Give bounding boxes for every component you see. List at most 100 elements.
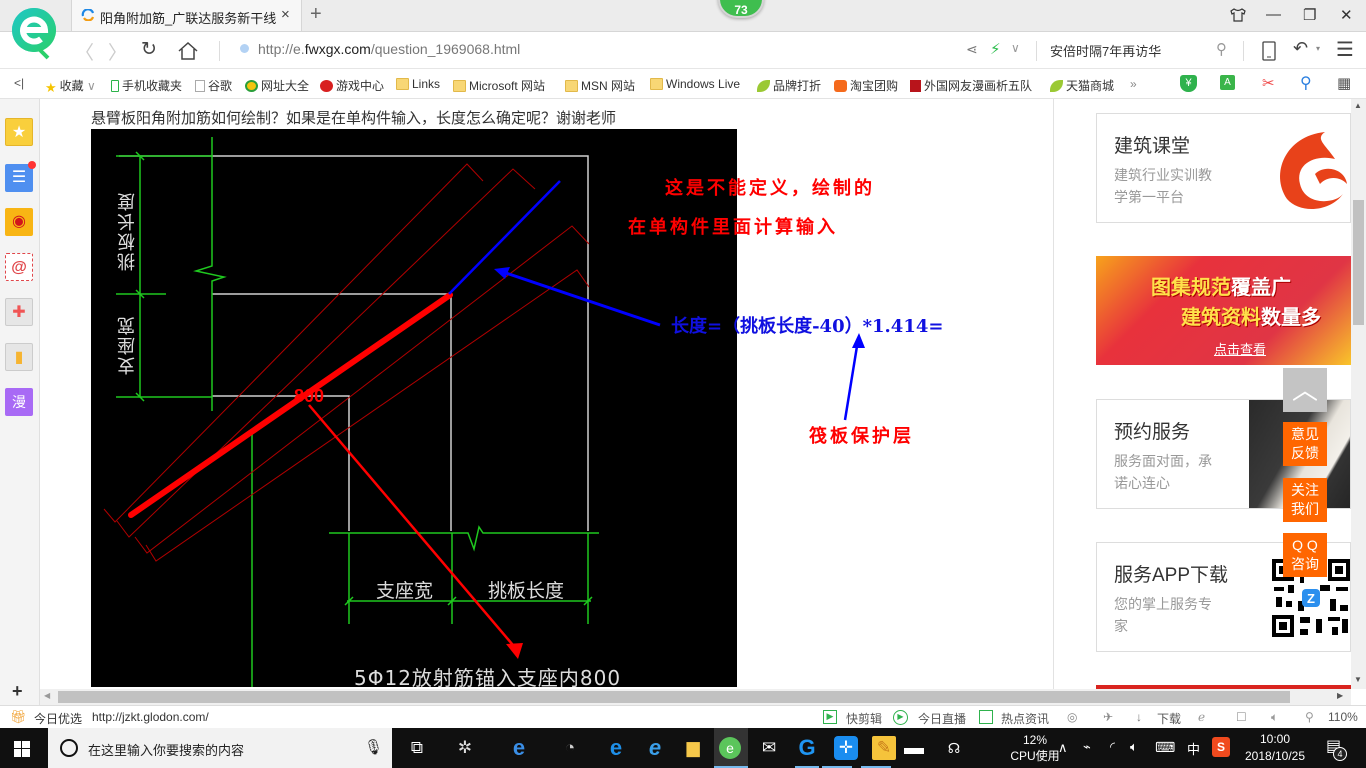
back-to-top-button[interactable]: ︿ [1283, 368, 1327, 412]
bookmark-windows-live[interactable]: Windows Live [650, 77, 740, 91]
sidebar-weibo-icon[interactable]: ◉ [5, 208, 33, 236]
ie-browser-icon[interactable]: e [507, 736, 531, 760]
minimize-button[interactable]: — [1266, 6, 1281, 23]
bookmark-microsoft[interactable]: Microsoft 网站 [453, 77, 545, 94]
volume-tray-icon[interactable]: 🔈︎ [1130, 739, 1138, 755]
back-button[interactable]: 〈 [75, 38, 94, 65]
notification-badge[interactable]: 73 [718, 0, 764, 18]
address-bar[interactable]: http://e.fwxgx.com/question_1969068.html [240, 41, 520, 57]
zoom-level[interactable]: 110% [1328, 710, 1358, 724]
mobile-icon[interactable] [1262, 41, 1276, 61]
windows-start-icon[interactable] [14, 741, 30, 757]
vertical-scrollbar[interactable]: ▲ ▼ [1351, 99, 1366, 689]
sogou-ime-icon[interactable]: S [1212, 737, 1230, 757]
search-input[interactable]: 安倍时隔7年再访华 [1050, 41, 1161, 60]
translate-icon[interactable]: A [1220, 75, 1235, 90]
sidebar-favorites-icon[interactable]: ★ [5, 118, 33, 146]
tab-close-icon[interactable]: × [281, 6, 290, 23]
screenshot-scissors-icon[interactable]: ✂ [1262, 74, 1275, 92]
refresh-icon[interactable]: ↻ [141, 38, 157, 61]
keyboard-icon[interactable]: ⌨ [1155, 739, 1175, 756]
browser-logo-icon[interactable] [10, 6, 60, 60]
ime-indicator[interactable]: 中 [1187, 739, 1200, 758]
people-icon[interactable]: ☊ [942, 736, 966, 760]
bookmark-taobao[interactable]: 淘宝团购 [834, 77, 898, 94]
sidebar-mail-icon[interactable]: @ [5, 253, 33, 281]
edge-browser-icon[interactable]: e [604, 736, 628, 760]
glodon-app-icon[interactable]: G [795, 736, 819, 760]
quick-edit-link[interactable]: 快剪辑 [846, 710, 882, 727]
notes-app-icon[interactable]: ✎ [872, 736, 896, 760]
close-window-button[interactable]: ✕ [1340, 6, 1353, 24]
zoom-icon[interactable]: ⚲ [1305, 710, 1314, 724]
bookmark-msn[interactable]: MSN 网站 [565, 77, 635, 94]
horizontal-scroll-thumb[interactable] [58, 691, 1290, 703]
sidebar-add-button[interactable]: + [12, 681, 23, 702]
browser-tab[interactable]: 阳角附加筋_广联达服务新干线 × [71, 0, 302, 32]
volume-icon[interactable]: 🔈︎ [1271, 710, 1278, 725]
banner-cta-link[interactable]: 点击查看 [1214, 339, 1266, 358]
promo-banner[interactable]: 图集规范覆盖广 建筑资料数量多 点击查看 [1096, 256, 1351, 365]
security-shield-icon[interactable]: ¥ [1180, 75, 1197, 92]
fan-app-icon[interactable]: ✲ [453, 736, 477, 760]
bookmark-google[interactable]: 谷歌 [195, 77, 232, 94]
live-link[interactable]: 今日直播 [918, 710, 966, 727]
daily-picks-link[interactable]: 今日优选 [34, 710, 82, 727]
sidebar-news-icon[interactable]: ☰ [5, 161, 36, 192]
swirl-app-icon[interactable]: ◔ [558, 736, 582, 760]
clock[interactable]: 10:00 2018/10/25 [1240, 731, 1310, 765]
minimized-app-icon[interactable]: ▬ [902, 736, 926, 760]
new-tab-button[interactable]: + [310, 3, 322, 26]
window-icon[interactable]: ☐ [1236, 710, 1247, 724]
bookmark-favorites[interactable]: ★ 收藏 ∨ [45, 77, 96, 95]
file-explorer-icon[interactable]: ▆ [681, 736, 705, 760]
sidebar-comics-icon[interactable]: 漫 [5, 388, 33, 416]
2345-browser-icon[interactable]: e [719, 737, 741, 759]
share-icon[interactable]: ⋖ [966, 41, 978, 58]
more-bookmarks-button[interactable]: » [1130, 77, 1137, 91]
bookmark-tmall[interactable]: 天猫商城 [1050, 77, 1114, 94]
hot-news-link[interactable]: 热点资讯 [1001, 710, 1049, 727]
taskbar-search-box[interactable]: 在这里输入你要搜索的内容 🎙︎ [48, 728, 392, 768]
bookmark-hao[interactable]: 网址大全 [245, 77, 309, 94]
bookmark-comic[interactable]: 外国网友漫画析五队 [910, 77, 1032, 94]
undo-dropdown-icon[interactable]: ▾ [1316, 44, 1320, 53]
microphone-icon[interactable]: 🎙︎ [364, 738, 383, 756]
menu-icon[interactable]: ☰ [1336, 37, 1354, 62]
scroll-down-icon[interactable]: ▼ [1354, 675, 1362, 684]
skin-icon[interactable] [1230, 8, 1246, 22]
forward-button[interactable]: 〉 [108, 38, 127, 65]
qq-consult-button[interactable]: Q Q 咨询 [1283, 533, 1327, 577]
sidebar-games-icon[interactable]: ✚ [5, 298, 33, 326]
bookmark-brand-sale[interactable]: 品牌打折 [757, 77, 821, 94]
search-icon[interactable]: ⚲ [1216, 40, 1227, 58]
vertical-scroll-thumb[interactable] [1353, 200, 1364, 325]
mode-dropdown-icon[interactable]: ∨ [1011, 41, 1020, 55]
bookmark-mobile[interactable]: 手机收藏夹 [111, 77, 182, 94]
follow-us-button[interactable]: 关注 我们 [1283, 478, 1327, 522]
task-view-icon[interactable]: ⧉ [405, 736, 429, 760]
power-icon[interactable]: ⌁ [1083, 739, 1091, 755]
internet-explorer-icon[interactable]: e [643, 736, 667, 760]
tool-app-icon[interactable]: ✛ [834, 736, 858, 760]
sidebar-reading-icon[interactable]: ▮ [5, 343, 33, 371]
key-search-icon[interactable]: ⚲ [1300, 73, 1312, 93]
accelerate-icon[interactable]: ◎ [1067, 710, 1077, 724]
collapse-sidebar-icon[interactable]: <| [14, 76, 24, 90]
apps-grid-icon[interactable]: ▦ [1337, 74, 1351, 92]
download-link[interactable]: 下载 [1157, 710, 1181, 727]
home-icon[interactable] [177, 41, 199, 61]
speed-mode-icon[interactable]: ⚡ [990, 40, 1001, 58]
bookmark-links[interactable]: Links [396, 77, 440, 91]
maximize-button[interactable]: ❐ [1303, 6, 1316, 24]
wifi-icon[interactable]: ◜ [1110, 739, 1115, 755]
undo-icon[interactable]: ↶ [1293, 38, 1308, 59]
mail-icon[interactable]: ✉ [757, 736, 781, 760]
scroll-right-icon[interactable]: ▶ [1337, 691, 1343, 700]
rocket-icon[interactable]: ✈ [1103, 710, 1113, 724]
card-building-class[interactable]: 建筑课堂 建筑行业实训教 学第一平台 [1096, 113, 1351, 223]
scroll-up-icon[interactable]: ▲ [1354, 101, 1362, 110]
bookmark-games[interactable]: 游戏中心 [320, 77, 384, 94]
show-hidden-icons[interactable]: ∧ [1058, 740, 1068, 756]
ie-mode-icon[interactable]: ℯ [1198, 710, 1205, 724]
